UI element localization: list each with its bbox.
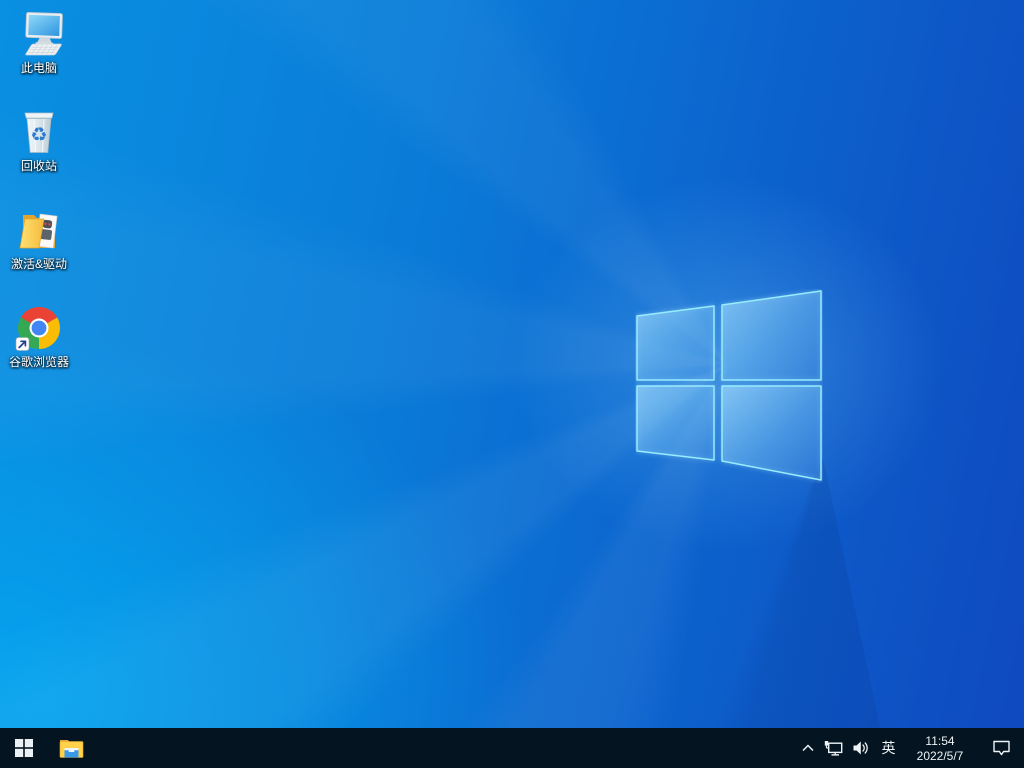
start-button[interactable] xyxy=(0,728,48,768)
desktop-icon-chrome[interactable]: 谷歌浏览器 xyxy=(0,304,78,369)
system-tray: 英 11:54 2022/5/7 xyxy=(796,728,1024,768)
show-hidden-icons-button[interactable] xyxy=(796,728,820,768)
svg-text:♻: ♻ xyxy=(30,124,47,146)
network-status-button[interactable] xyxy=(820,728,847,768)
chrome-icon xyxy=(15,304,63,352)
ime-language-indicator[interactable]: 英 xyxy=(875,728,902,768)
chevron-up-icon xyxy=(802,744,814,752)
desktop-icon-recycle-bin[interactable]: ♻ 回收站 xyxy=(0,108,78,173)
clock-time: 11:54 xyxy=(925,733,955,748)
windows-start-icon xyxy=(15,739,33,757)
recycle-bin-icon: ♻ xyxy=(15,108,63,156)
desktop-icon-activation-driver[interactable]: 激活&驱动 xyxy=(0,206,78,271)
file-explorer-icon xyxy=(59,740,83,758)
desktop-icon-label: 此电脑 xyxy=(20,61,57,75)
clock-date: 2022/5/7 xyxy=(916,748,964,763)
desktop-wallpaper: 此电脑 ♻ 回收站 激活&驱动 谷歌浏览器 xyxy=(0,0,1024,728)
action-center-button[interactable] xyxy=(978,728,1024,768)
desktop-icon-label: 回收站 xyxy=(20,159,57,173)
action-center-icon xyxy=(992,740,1010,755)
activation-driver-folder-icon xyxy=(15,206,63,254)
desktop-icon-label: 激活&驱动 xyxy=(10,257,67,271)
desktop-icon-label: 谷歌浏览器 xyxy=(8,355,69,369)
shortcut-arrow-badge xyxy=(15,337,30,351)
taskbar: 英 11:54 2022/5/7 xyxy=(0,728,1024,768)
desktop-icon-this-pc[interactable]: 此电脑 xyxy=(0,10,78,75)
volume-button[interactable] xyxy=(847,728,875,768)
speaker-icon xyxy=(853,741,868,755)
network-ethernet-icon xyxy=(824,740,843,756)
taskbar-clock[interactable]: 11:54 2022/5/7 xyxy=(902,728,978,768)
taskbar-file-explorer-button[interactable] xyxy=(48,728,94,768)
windows-logo-wallpaper xyxy=(636,290,822,481)
this-pc-icon xyxy=(15,10,63,58)
